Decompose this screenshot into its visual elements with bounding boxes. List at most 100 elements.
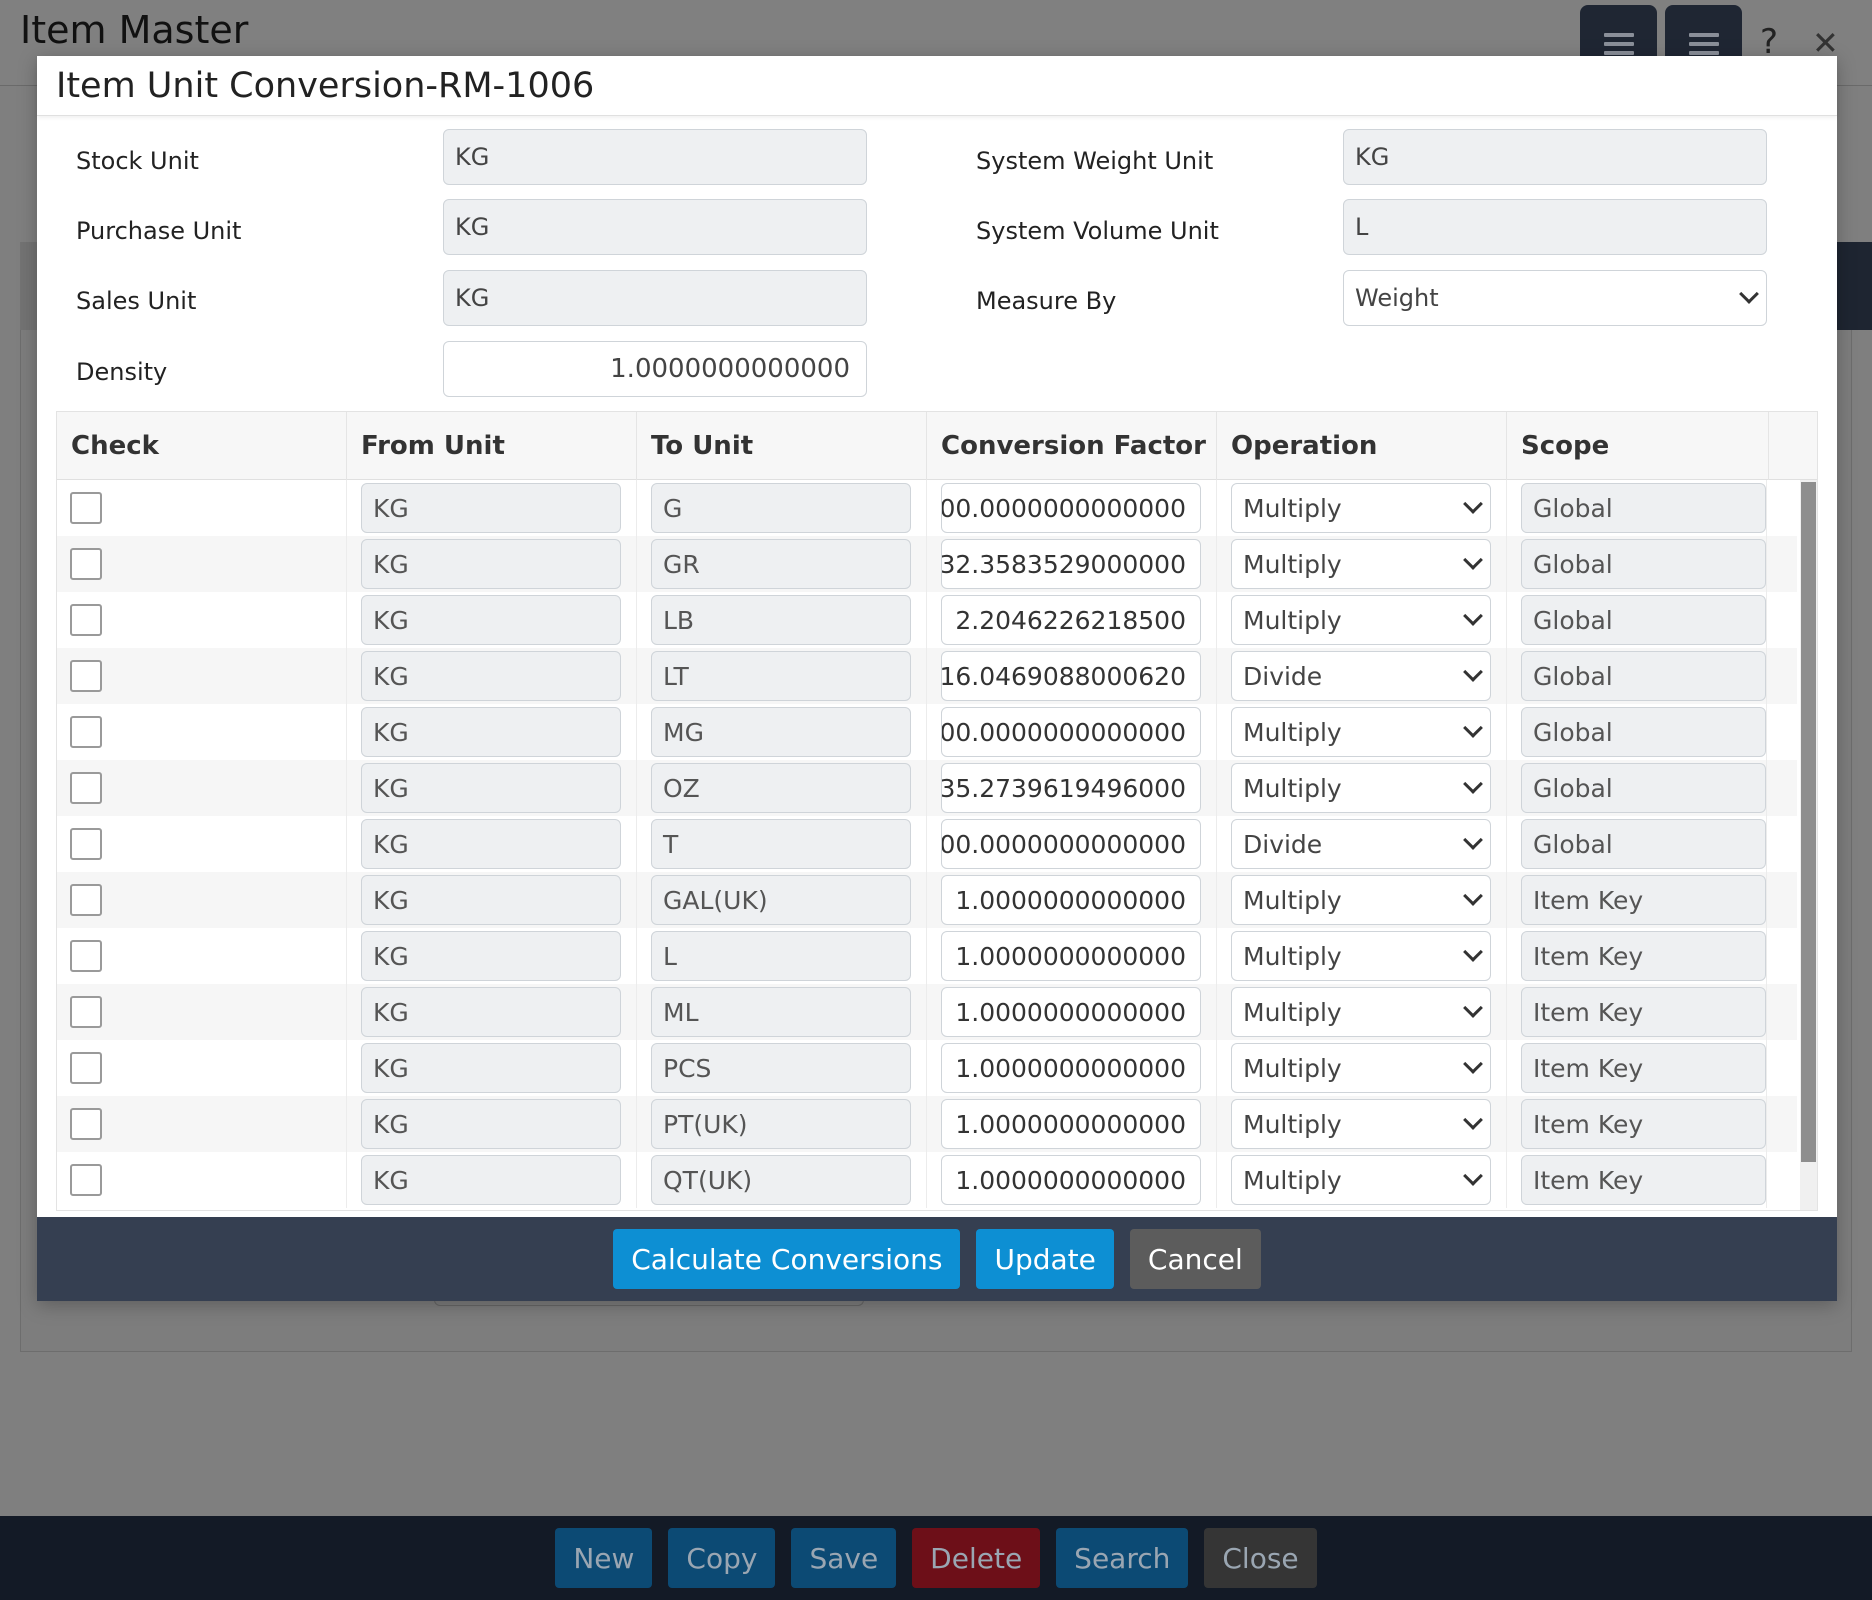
scope-field[interactable]: Global xyxy=(1521,763,1766,813)
scope-field[interactable]: Global xyxy=(1521,707,1766,757)
calculate-conversions-button[interactable]: Calculate Conversions xyxy=(613,1229,961,1289)
row-checkbox[interactable] xyxy=(70,548,102,580)
conversion-factor-input[interactable]: 1.0000000000000 xyxy=(941,931,1201,981)
column-header[interactable]: To Unit xyxy=(637,412,927,480)
conversion-factor-input[interactable]: 15,432.3583529000000 xyxy=(941,539,1201,589)
to-unit-field[interactable]: PT(UK) xyxy=(651,1099,911,1149)
operation-select[interactable]: Multiply xyxy=(1231,931,1491,981)
scrollbar-thumb[interactable] xyxy=(1801,482,1816,1162)
from-unit-field[interactable]: KG xyxy=(361,1043,621,1093)
to-unit-field[interactable]: OZ xyxy=(651,763,911,813)
scope-field[interactable]: Item Key xyxy=(1521,1099,1766,1149)
operation-select[interactable]: Multiply xyxy=(1231,707,1491,757)
from-unit-field[interactable]: KG xyxy=(361,651,621,701)
row-checkbox[interactable] xyxy=(70,660,102,692)
from-unit-field[interactable]: KG xyxy=(361,483,621,533)
conversion-factor-input[interactable]: 1,000,000.0000000000000 xyxy=(941,707,1201,757)
cancel-button[interactable]: Cancel xyxy=(1129,1229,1261,1289)
scope-field[interactable]: Item Key xyxy=(1521,1155,1766,1205)
scope-field[interactable]: Global xyxy=(1521,595,1766,645)
operation-select[interactable]: Multiply xyxy=(1231,763,1491,813)
from-unit-field[interactable]: KG xyxy=(361,819,621,869)
scope-field[interactable]: Global xyxy=(1521,651,1766,701)
to-unit-field[interactable]: GAL(UK) xyxy=(651,875,911,925)
operation-select[interactable]: Multiply xyxy=(1231,987,1491,1037)
from-unit-field[interactable]: KG xyxy=(361,1099,621,1149)
row-checkbox[interactable] xyxy=(70,604,102,636)
from-unit-field[interactable]: KG xyxy=(361,707,621,757)
conversion-factor-input[interactable]: 1.0000000000000 xyxy=(941,875,1201,925)
operation-select[interactable]: Multiply xyxy=(1231,1155,1491,1205)
scope-field[interactable]: Global xyxy=(1521,539,1766,589)
to-unit-field[interactable]: T xyxy=(651,819,911,869)
row-checkbox[interactable] xyxy=(70,828,102,860)
operation-select[interactable]: Multiply xyxy=(1231,1043,1491,1093)
row-checkbox[interactable] xyxy=(70,1164,102,1196)
operation-select[interactable]: Multiply xyxy=(1231,483,1491,533)
sales-unit-field[interactable]: KG xyxy=(443,270,867,326)
operation-select[interactable]: Multiply xyxy=(1231,539,1491,589)
close-button[interactable]: Close xyxy=(1204,1528,1317,1588)
conversion-factor-input[interactable]: 1,000.0000000000000 xyxy=(941,483,1201,533)
to-unit-field[interactable]: L xyxy=(651,931,911,981)
operation-select[interactable]: Multiply xyxy=(1231,875,1491,925)
stock-unit-field[interactable]: KG xyxy=(443,129,867,185)
row-checkbox[interactable] xyxy=(70,1108,102,1140)
to-unit-field[interactable]: G xyxy=(651,483,911,533)
system-weight-unit-field[interactable]: KG xyxy=(1343,129,1767,185)
conversion-factor-input[interactable]: 1.0000000000000 xyxy=(941,1099,1201,1149)
column-header[interactable]: Scope xyxy=(1507,412,1769,480)
column-header[interactable]: Check xyxy=(57,412,347,480)
new-button[interactable]: New xyxy=(555,1528,653,1588)
operation-select[interactable]: Divide xyxy=(1231,651,1491,701)
delete-button[interactable]: Delete xyxy=(912,1528,1041,1588)
operation-select[interactable]: Multiply xyxy=(1231,595,1491,645)
row-checkbox[interactable] xyxy=(70,884,102,916)
row-checkbox[interactable] xyxy=(70,1052,102,1084)
table-scrollbar[interactable] xyxy=(1800,480,1817,1210)
to-unit-field[interactable]: QT(UK) xyxy=(651,1155,911,1205)
column-header[interactable]: Operation xyxy=(1217,412,1507,480)
search-button[interactable]: Search xyxy=(1056,1528,1189,1588)
purchase-unit-field[interactable]: KG xyxy=(443,199,867,255)
to-unit-field[interactable]: MG xyxy=(651,707,911,757)
from-unit-field[interactable]: KG xyxy=(361,539,621,589)
scope-field[interactable]: Global xyxy=(1521,819,1766,869)
copy-button[interactable]: Copy xyxy=(668,1528,776,1588)
conversion-factor-input[interactable]: 1,016.0469088000620 xyxy=(941,651,1201,701)
to-unit-field[interactable]: PCS xyxy=(651,1043,911,1093)
column-header[interactable]: Conversion Factor xyxy=(927,412,1217,480)
scope-field[interactable]: Item Key xyxy=(1521,875,1766,925)
save-button[interactable]: Save xyxy=(791,1528,897,1588)
to-unit-field[interactable]: GR xyxy=(651,539,911,589)
density-field[interactable]: 1.0000000000000 xyxy=(443,341,867,397)
from-unit-field[interactable]: KG xyxy=(361,875,621,925)
row-checkbox[interactable] xyxy=(70,940,102,972)
from-unit-field[interactable]: KG xyxy=(361,931,621,981)
to-unit-field[interactable]: LT xyxy=(651,651,911,701)
conversion-factor-input[interactable]: 35.2739619496000 xyxy=(941,763,1201,813)
to-unit-field[interactable]: LB xyxy=(651,595,911,645)
operation-select[interactable]: Divide xyxy=(1231,819,1491,869)
row-checkbox[interactable] xyxy=(70,492,102,524)
column-header[interactable]: From Unit xyxy=(347,412,637,480)
conversion-factor-input[interactable]: 1,000.0000000000000 xyxy=(941,819,1201,869)
system-volume-unit-field[interactable]: L xyxy=(1343,199,1767,255)
conversion-factor-input[interactable]: 1.0000000000000 xyxy=(941,1043,1201,1093)
measure-by-select[interactable]: Weight xyxy=(1343,270,1767,326)
from-unit-field[interactable]: KG xyxy=(361,595,621,645)
update-button[interactable]: Update xyxy=(976,1229,1114,1289)
row-checkbox[interactable] xyxy=(70,996,102,1028)
row-checkbox[interactable] xyxy=(70,716,102,748)
from-unit-field[interactable]: KG xyxy=(361,987,621,1037)
conversion-factor-input[interactable]: 1.0000000000000 xyxy=(941,1155,1201,1205)
to-unit-field[interactable]: ML xyxy=(651,987,911,1037)
scope-field[interactable]: Item Key xyxy=(1521,987,1766,1037)
scope-field[interactable]: Global xyxy=(1521,483,1766,533)
scope-field[interactable]: Item Key xyxy=(1521,931,1766,981)
from-unit-field[interactable]: KG xyxy=(361,763,621,813)
from-unit-field[interactable]: KG xyxy=(361,1155,621,1205)
conversion-factor-input[interactable]: 2.2046226218500 xyxy=(941,595,1201,645)
conversion-factor-input[interactable]: 1.0000000000000 xyxy=(941,987,1201,1037)
operation-select[interactable]: Multiply xyxy=(1231,1099,1491,1149)
